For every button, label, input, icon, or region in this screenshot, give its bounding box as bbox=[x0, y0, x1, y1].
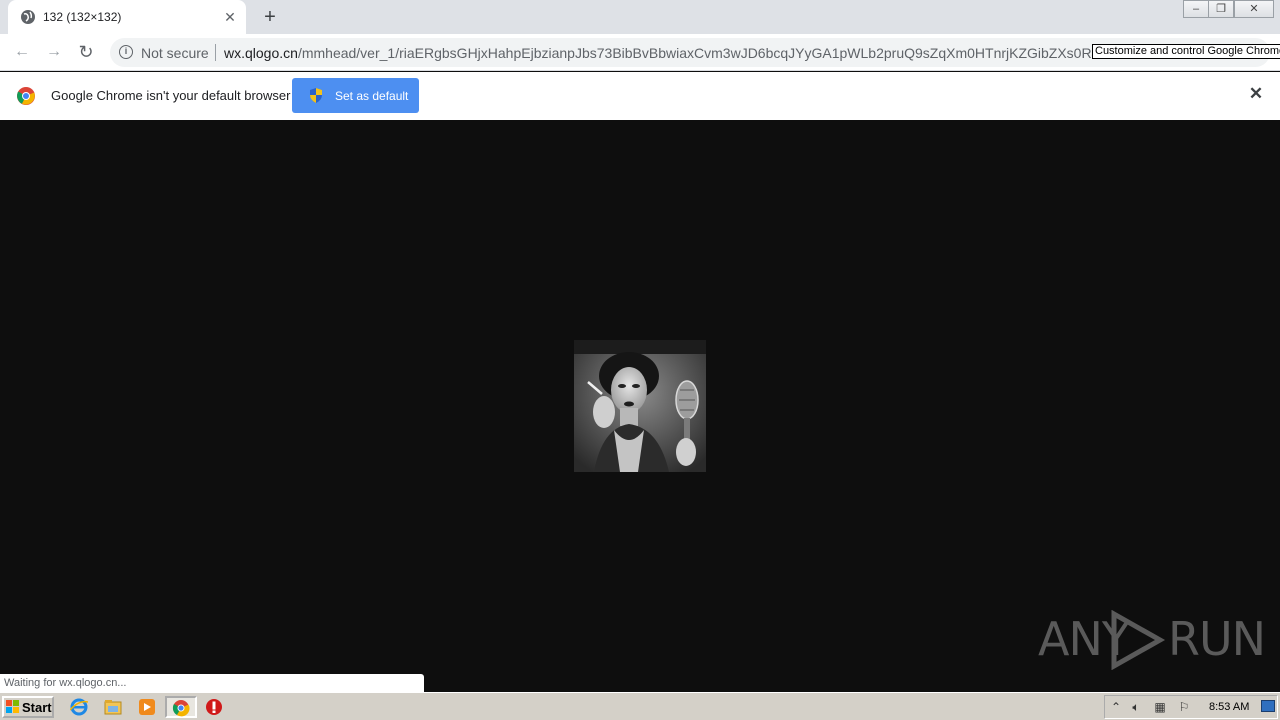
flag-icon[interactable]: ⚐ bbox=[1177, 700, 1191, 714]
page-content: ANY RUN bbox=[0, 120, 1280, 692]
chevron-up-icon[interactable]: ⌃ bbox=[1109, 700, 1123, 714]
back-button[interactable]: ← bbox=[12, 42, 32, 62]
forward-button[interactable]: → bbox=[44, 42, 64, 62]
watermark-text-right: RUN bbox=[1168, 612, 1266, 666]
anyrun-watermark: ANY RUN bbox=[1038, 608, 1266, 672]
internet-explorer-icon[interactable] bbox=[70, 698, 88, 716]
url-host: wx.qlogo.cn bbox=[224, 45, 298, 61]
portrait-image[interactable] bbox=[574, 340, 706, 472]
infobar-message: Google Chrome isn't your default browser bbox=[51, 88, 291, 103]
clock[interactable]: 8:53 AM bbox=[1209, 701, 1249, 713]
chrome-taskbar-button[interactable] bbox=[165, 696, 197, 718]
tab-close-button[interactable]: ✕ bbox=[222, 9, 238, 25]
toolbar: ← → ↻ i Not secure wx.qlogo.cn/mmhead/ve… bbox=[0, 34, 1280, 71]
taskbar: Start ⌃ 🔈︎ ▦ ⚐ 8:53 AM bbox=[0, 692, 1280, 720]
url-text[interactable]: wx.qlogo.cn/mmhead/ver_1/riaERgbsGHjxHah… bbox=[224, 45, 1092, 61]
chrome-logo-icon bbox=[17, 87, 35, 105]
media-player-icon[interactable] bbox=[138, 698, 156, 716]
play-logo-icon bbox=[1111, 610, 1166, 670]
browser-tab[interactable]: 132 (132×132) ✕ bbox=[8, 0, 246, 34]
set-as-default-label: Set as default bbox=[335, 89, 409, 103]
globe-icon bbox=[21, 10, 35, 24]
security-label[interactable]: Not secure bbox=[141, 45, 209, 61]
omnibox-separator bbox=[215, 44, 216, 61]
default-browser-infobar: Google Chrome isn't your default browser… bbox=[0, 72, 1280, 120]
file-explorer-icon[interactable] bbox=[104, 698, 122, 716]
menu-tooltip: Customize and control Google Chrome bbox=[1092, 44, 1280, 59]
restore-button[interactable]: ❐ bbox=[1208, 0, 1234, 18]
minimize-button[interactable]: ‒ bbox=[1183, 0, 1209, 18]
info-icon[interactable]: i bbox=[119, 45, 133, 59]
url-path: /mmhead/ver_1/riaERgbsGHjxHahpEjbzianpJb… bbox=[297, 45, 1092, 61]
network-icon[interactable]: ▦ bbox=[1153, 700, 1167, 714]
start-label: Start bbox=[22, 700, 52, 715]
show-desktop-icon[interactable] bbox=[1261, 700, 1275, 712]
status-bubble: Waiting for wx.qlogo.cn... bbox=[0, 674, 424, 692]
speaker-icon[interactable]: 🔈︎ bbox=[1129, 700, 1143, 714]
start-button[interactable]: Start bbox=[2, 696, 54, 718]
reload-button[interactable]: ↻ bbox=[76, 42, 96, 62]
chrome-icon bbox=[172, 700, 190, 717]
system-tray: ⌃ 🔈︎ ▦ ⚐ 8:53 AM bbox=[1104, 695, 1278, 719]
set-as-default-button[interactable]: Set as default bbox=[292, 78, 419, 113]
stop-icon[interactable] bbox=[205, 698, 223, 716]
shield-icon bbox=[310, 88, 322, 103]
tab-strip: 132 (132×132) ✕ + ‒ ❐ ✕ bbox=[0, 0, 1280, 34]
tab-title: 132 (132×132) bbox=[43, 10, 122, 24]
new-tab-button[interactable]: + bbox=[260, 7, 280, 27]
windows-logo-icon bbox=[6, 700, 19, 713]
window-close-button[interactable]: ✕ bbox=[1234, 0, 1274, 18]
infobar-close-button[interactable]: ✕ bbox=[1248, 85, 1264, 102]
